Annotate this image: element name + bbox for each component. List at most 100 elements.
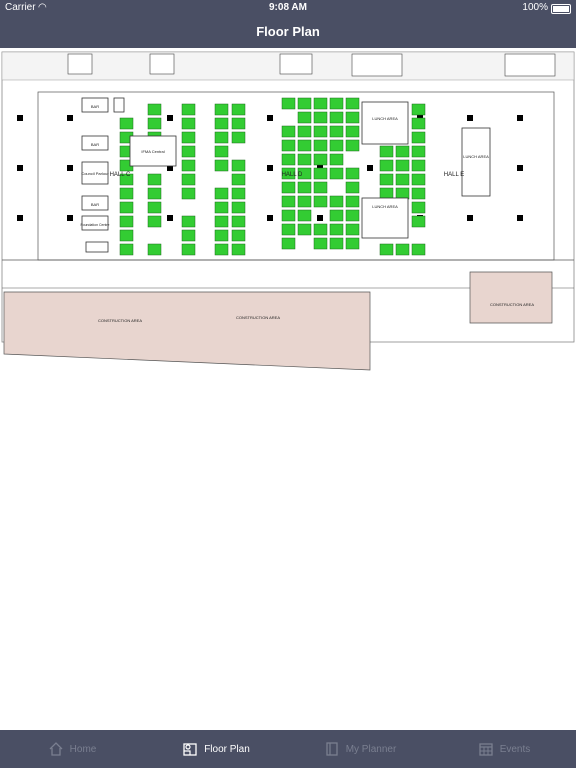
booth[interactable] <box>313 195 328 208</box>
booth[interactable] <box>181 215 196 228</box>
booth[interactable] <box>214 145 229 158</box>
booth[interactable] <box>411 117 426 130</box>
booth[interactable] <box>181 159 196 172</box>
booth[interactable] <box>411 187 426 200</box>
booth[interactable] <box>329 209 344 222</box>
booth[interactable] <box>411 173 426 186</box>
tab-events[interactable]: Events <box>432 730 576 768</box>
booth[interactable] <box>181 103 196 116</box>
booth[interactable] <box>297 195 312 208</box>
booth[interactable] <box>181 131 196 144</box>
booth[interactable] <box>395 159 410 172</box>
booth[interactable] <box>231 243 246 256</box>
booth[interactable] <box>329 97 344 110</box>
booth[interactable] <box>313 181 328 194</box>
booth[interactable] <box>214 117 229 130</box>
booth[interactable] <box>281 195 296 208</box>
booth[interactable] <box>379 187 394 200</box>
booth[interactable] <box>345 209 360 222</box>
booth[interactable] <box>297 139 312 152</box>
booth[interactable] <box>147 117 162 130</box>
tab-my-planner[interactable]: My Planner <box>288 730 432 768</box>
booth[interactable] <box>313 237 328 250</box>
booth[interactable] <box>181 229 196 242</box>
booth[interactable] <box>411 145 426 158</box>
booth[interactable] <box>281 181 296 194</box>
booth[interactable] <box>214 159 229 172</box>
booth[interactable] <box>181 145 196 158</box>
booth[interactable] <box>119 243 134 256</box>
booth[interactable] <box>345 237 360 250</box>
booth[interactable] <box>297 223 312 236</box>
booth[interactable] <box>231 103 246 116</box>
booth[interactable] <box>313 153 328 166</box>
booth[interactable] <box>313 111 328 124</box>
booth[interactable] <box>181 173 196 186</box>
booth[interactable] <box>329 223 344 236</box>
booth[interactable] <box>147 201 162 214</box>
booth[interactable] <box>345 167 360 180</box>
booth[interactable] <box>297 209 312 222</box>
booth[interactable] <box>329 139 344 152</box>
tab-home[interactable]: Home <box>0 730 144 768</box>
booth[interactable] <box>313 223 328 236</box>
booth[interactable] <box>231 131 246 144</box>
booth[interactable] <box>281 125 296 138</box>
booth[interactable] <box>345 125 360 138</box>
booth[interactable] <box>214 187 229 200</box>
booth[interactable] <box>119 117 134 130</box>
booth[interactable] <box>231 187 246 200</box>
booth[interactable] <box>379 145 394 158</box>
booth[interactable] <box>395 187 410 200</box>
booth[interactable] <box>281 223 296 236</box>
booth[interactable] <box>214 215 229 228</box>
booth[interactable] <box>329 111 344 124</box>
booth[interactable] <box>297 111 312 124</box>
booth[interactable] <box>147 243 162 256</box>
booth[interactable] <box>281 97 296 110</box>
booth[interactable] <box>119 201 134 214</box>
tab-floor-plan[interactable]: Floor Plan <box>144 730 288 768</box>
booth[interactable] <box>313 125 328 138</box>
booth[interactable] <box>313 139 328 152</box>
booth[interactable] <box>281 153 296 166</box>
booth[interactable] <box>297 125 312 138</box>
booth[interactable] <box>313 167 328 180</box>
booth[interactable] <box>281 209 296 222</box>
booth[interactable] <box>281 237 296 250</box>
booth[interactable] <box>411 103 426 116</box>
booth[interactable] <box>231 215 246 228</box>
booth[interactable] <box>147 173 162 186</box>
booth[interactable] <box>395 173 410 186</box>
booth[interactable] <box>181 117 196 130</box>
booth[interactable] <box>329 153 344 166</box>
booth[interactable] <box>181 187 196 200</box>
booth[interactable] <box>329 167 344 180</box>
booth[interactable] <box>214 201 229 214</box>
booth[interactable] <box>297 181 312 194</box>
booth[interactable] <box>231 201 246 214</box>
booth[interactable] <box>297 153 312 166</box>
booth[interactable] <box>231 159 246 172</box>
booth[interactable] <box>214 103 229 116</box>
booth[interactable] <box>345 181 360 194</box>
booth[interactable] <box>379 173 394 186</box>
booth[interactable] <box>329 195 344 208</box>
booth[interactable] <box>281 139 296 152</box>
booth[interactable] <box>411 243 426 256</box>
booth[interactable] <box>119 215 134 228</box>
booth[interactable] <box>329 125 344 138</box>
booth[interactable] <box>119 187 134 200</box>
booth[interactable] <box>297 97 312 110</box>
booth[interactable] <box>345 111 360 124</box>
floor-plan-map[interactable]: HALL C HALL D HALL E BAR BAR Council Parlour B… <box>0 48 576 730</box>
booth[interactable] <box>395 145 410 158</box>
booth[interactable] <box>345 195 360 208</box>
booth[interactable] <box>345 97 360 110</box>
booth[interactable] <box>147 103 162 116</box>
booth[interactable] <box>395 243 410 256</box>
booth[interactable] <box>329 237 344 250</box>
booth[interactable] <box>379 159 394 172</box>
booth[interactable] <box>411 201 426 214</box>
booth[interactable] <box>231 117 246 130</box>
